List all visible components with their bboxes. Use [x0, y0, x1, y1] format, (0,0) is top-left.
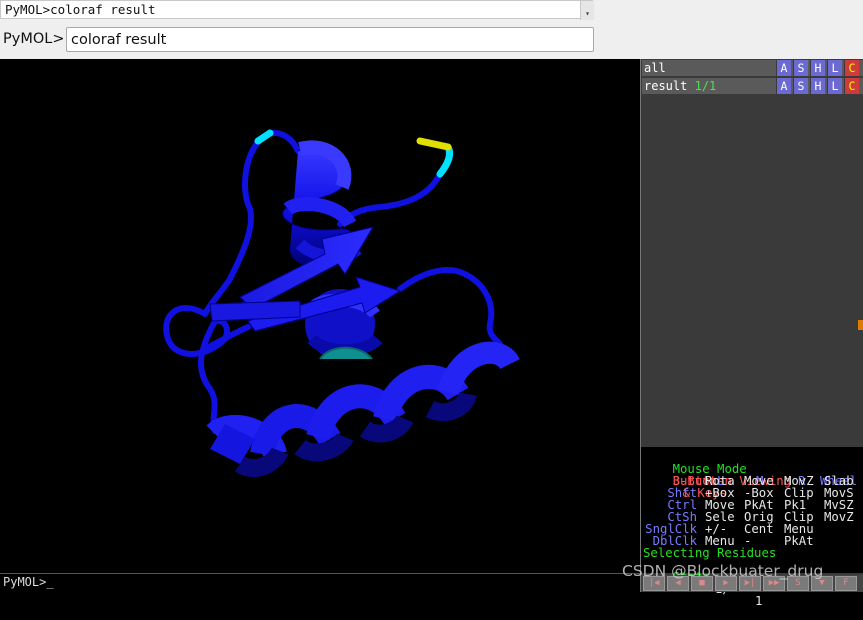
command-input[interactable] [66, 27, 594, 52]
command-area: PyMOL>coloraf result ▾ PyMOL> [0, 0, 863, 59]
chevron-down-icon[interactable]: ▾ [585, 8, 590, 20]
log-scrollbar[interactable]: ▾ [580, 1, 594, 20]
action-button[interactable]: A [776, 78, 791, 94]
label-button[interactable]: L [827, 60, 842, 76]
object-row-all[interactable]: all A S H L C [642, 60, 863, 76]
label-button[interactable]: L [827, 78, 842, 94]
full-icon[interactable]: F [835, 576, 857, 591]
protein-cartoon[interactable] [0, 59, 640, 573]
binding-value: MovZ [824, 510, 854, 524]
show-button[interactable]: S [793, 60, 808, 76]
object-name[interactable]: all [644, 60, 666, 76]
lower-helix [206, 341, 520, 478]
bottom-prompt[interactable]: PyMOL>_ [3, 575, 54, 589]
object-name[interactable]: result [644, 79, 687, 93]
color-button[interactable]: C [844, 78, 859, 94]
hide-button[interactable]: H [810, 60, 825, 76]
bottom-command-line[interactable]: PyMOL>_ [0, 573, 640, 592]
output-log: PyMOL>coloraf result ▾ [0, 0, 594, 20]
molecule-viewport[interactable] [0, 59, 640, 573]
object-state: 1/1 [694, 79, 717, 93]
pymol-prompt-label: PyMOL> [3, 31, 65, 47]
selecting-mode[interactable]: Selecting Residues [643, 547, 776, 559]
hide-button[interactable]: H [810, 78, 825, 94]
log-line: PyMOL>coloraf result [5, 2, 156, 17]
mouse-mode-panel[interactable]: Mouse Mode 3-Button Viewing Buttons L M R Wh… [641, 447, 863, 607]
show-button[interactable]: S [793, 78, 808, 94]
state-value-2: 1 [755, 594, 763, 608]
object-row-result[interactable]: result 1/1 A S H L C [642, 78, 863, 94]
binding-value: PkAt [784, 534, 814, 548]
action-button[interactable]: A [776, 60, 791, 76]
edge-marker [858, 320, 863, 330]
color-button[interactable]: C [844, 60, 859, 76]
watermark: CSDN @Blockbuater_drug [622, 562, 824, 580]
